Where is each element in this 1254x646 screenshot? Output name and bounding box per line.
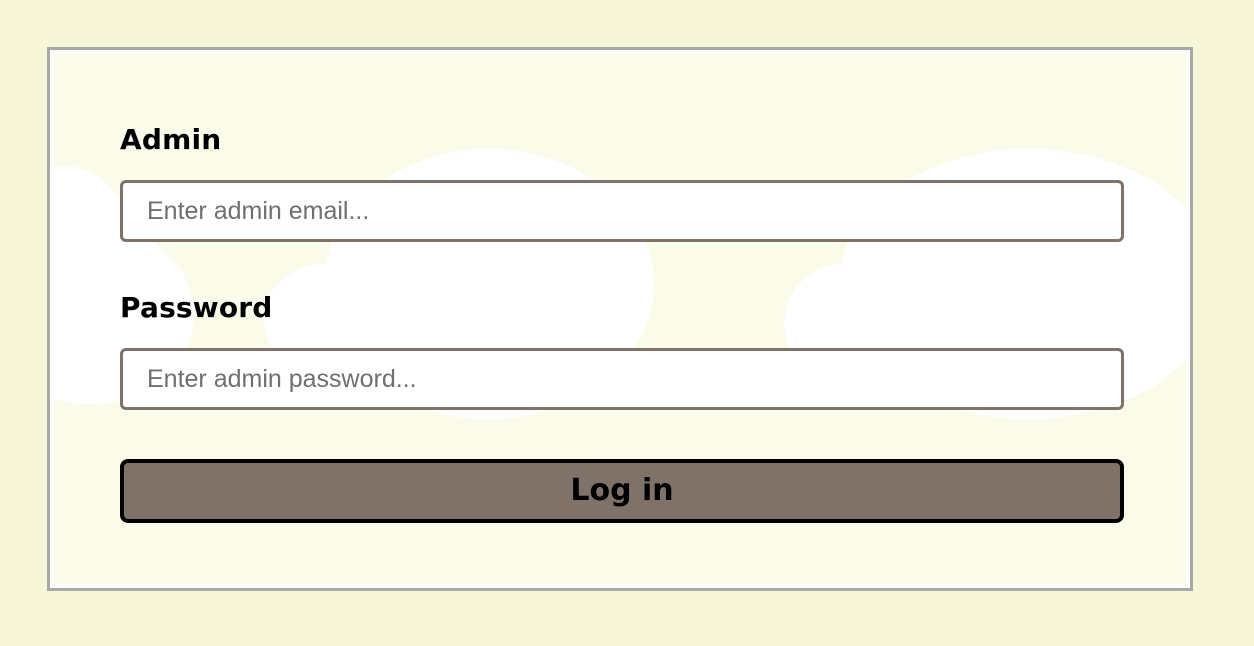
password-label: Password (120, 291, 273, 324)
login-panel: Admin Password Log in (50, 50, 1190, 588)
admin-email-input[interactable] (120, 180, 1124, 242)
admin-password-input[interactable] (120, 348, 1124, 410)
admin-login-form: Admin Password Log in (120, 54, 1124, 584)
log-in-button[interactable]: Log in (120, 459, 1124, 523)
admin-label: Admin (120, 123, 222, 156)
